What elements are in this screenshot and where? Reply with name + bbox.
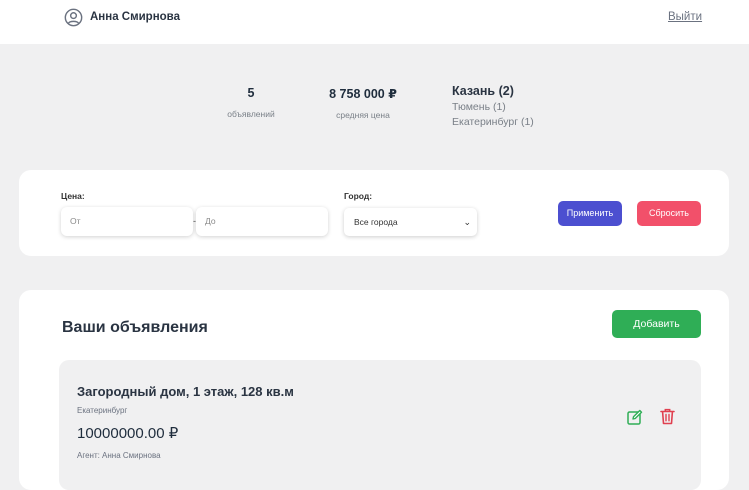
stat-avg-price-label: средняя цена [336,110,390,120]
stat-avg-price: 8 758 000 ₽ средняя цена [318,86,408,120]
listing-item: Загородный дом, 1 этаж, 128 кв.м Екатери… [59,360,701,490]
city-stat-item: Екатеринбург (1) [452,116,534,128]
listings-panel: Ваши объявления Добавить Загородный дом,… [19,290,729,490]
city-stat-item: Тюмень (1) [452,101,506,113]
listing-agent: Агент: Анна Смирнова [77,451,161,460]
top-bar: Анна Смирнова Выйти [0,0,749,44]
user-circle-icon [64,8,83,27]
listing-price: 10000000.00 ₽ [77,425,179,442]
price-to-input[interactable]: До [196,207,328,236]
city-stat-item: Казань (2) [452,84,514,98]
city-select-value: Все города [354,217,398,227]
price-label: Цена: [61,191,85,201]
filter-panel: Цена: От - До Город: Все города ⌄ Примен… [19,170,729,256]
price-from-input[interactable]: От [61,207,193,236]
chevron-down-icon: ⌄ [463,217,471,227]
city-label: Город: [344,191,373,201]
logout-link[interactable]: Выйти [668,11,702,23]
add-listing-button[interactable]: Добавить [612,310,701,338]
city-select[interactable]: Все города ⌄ [344,208,477,236]
city-stats: Казань (2) Тюмень (1) Екатеринбург (1) [452,84,534,128]
trash-icon[interactable] [660,408,675,425]
stat-count-value: 5 [247,86,255,100]
listing-title: Загородный дом, 1 этаж, 128 кв.м [77,384,294,399]
user-name: Анна Смирнова [90,11,180,23]
apply-button[interactable]: Применить [558,201,622,226]
edit-icon[interactable] [627,409,643,425]
listing-city: Екатеринбург [77,406,128,415]
listings-title: Ваши объявления [62,319,208,336]
stat-avg-price-value: 8 758 000 ₽ [329,87,397,101]
reset-button[interactable]: Сбросить [637,201,701,226]
stat-count-label: объявлений [227,109,275,119]
stat-count: 5 объявлений [221,86,281,119]
